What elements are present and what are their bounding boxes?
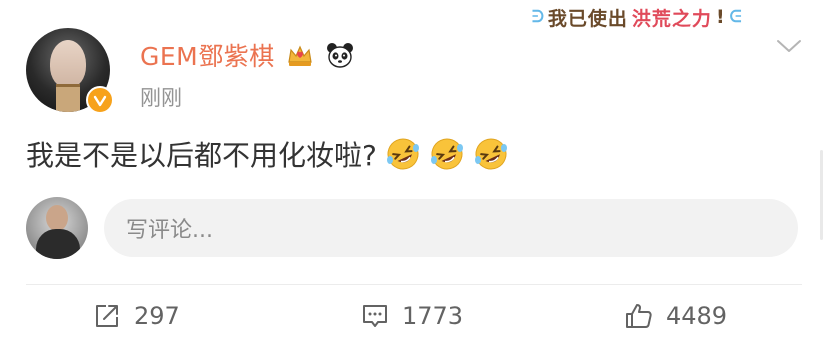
- like-button[interactable]: 4489: [624, 296, 727, 336]
- current-user-avatar[interactable]: [26, 197, 88, 259]
- comment-count: 1773: [402, 302, 464, 330]
- thumbs-up-icon: [626, 304, 652, 328]
- avatar-neck: [56, 84, 80, 112]
- rolling-laugh-emoji-icon: [430, 138, 463, 170]
- sticker-text-end: !: [715, 6, 726, 28]
- author-row: GEM鄧紫棋: [140, 38, 355, 72]
- repost-icon: [96, 305, 118, 327]
- decor-sticker: ᕭ 我已使出 洪荒之力 ! ᕮ: [532, 4, 742, 30]
- chevron-down-icon[interactable]: [774, 36, 804, 56]
- rolling-laugh-emoji-icon: [386, 138, 419, 170]
- comment-input-placeholder: 写评论...: [126, 218, 213, 243]
- sticker-wave-right: ᕮ: [729, 7, 742, 26]
- divider: [26, 284, 802, 285]
- post-text: 我是不是以后都不用化妆啦?: [26, 139, 377, 172]
- weibo-post-card: GEM鄧紫棋 刚刚 ᕭ 我已使出 洪荒之力 ! ᕮ 我是不是以后都不用化妆啦? …: [0, 0, 828, 345]
- repost-count: 297: [134, 302, 180, 330]
- crown-badge-icon[interactable]: [285, 40, 315, 70]
- verified-badge-icon: [86, 86, 114, 114]
- rolling-laugh-emoji-icon: [474, 138, 507, 170]
- sticker-text-highlight: 洪荒之力: [631, 7, 712, 30]
- sticker-wave-left: ᕭ: [532, 7, 544, 26]
- comment-icon: [363, 305, 387, 327]
- avatar-face: [50, 40, 86, 88]
- like-count: 4489: [666, 302, 728, 330]
- current-user-avatar-body: [36, 229, 80, 259]
- repost-button[interactable]: 297: [92, 296, 180, 336]
- sticker-text-main: 我已使出: [547, 7, 628, 30]
- post-content: 我是不是以后都不用化妆啦?: [26, 134, 509, 174]
- scroll-edge: [820, 150, 823, 240]
- comment-input[interactable]: 写评论...: [104, 199, 798, 257]
- current-user-avatar-face: [46, 205, 68, 231]
- post-timestamp: 刚刚: [140, 86, 182, 110]
- author-name[interactable]: GEM鄧紫棋: [140, 37, 275, 73]
- panda-icon[interactable]: [325, 40, 355, 70]
- comment-button[interactable]: 1773: [360, 296, 463, 336]
